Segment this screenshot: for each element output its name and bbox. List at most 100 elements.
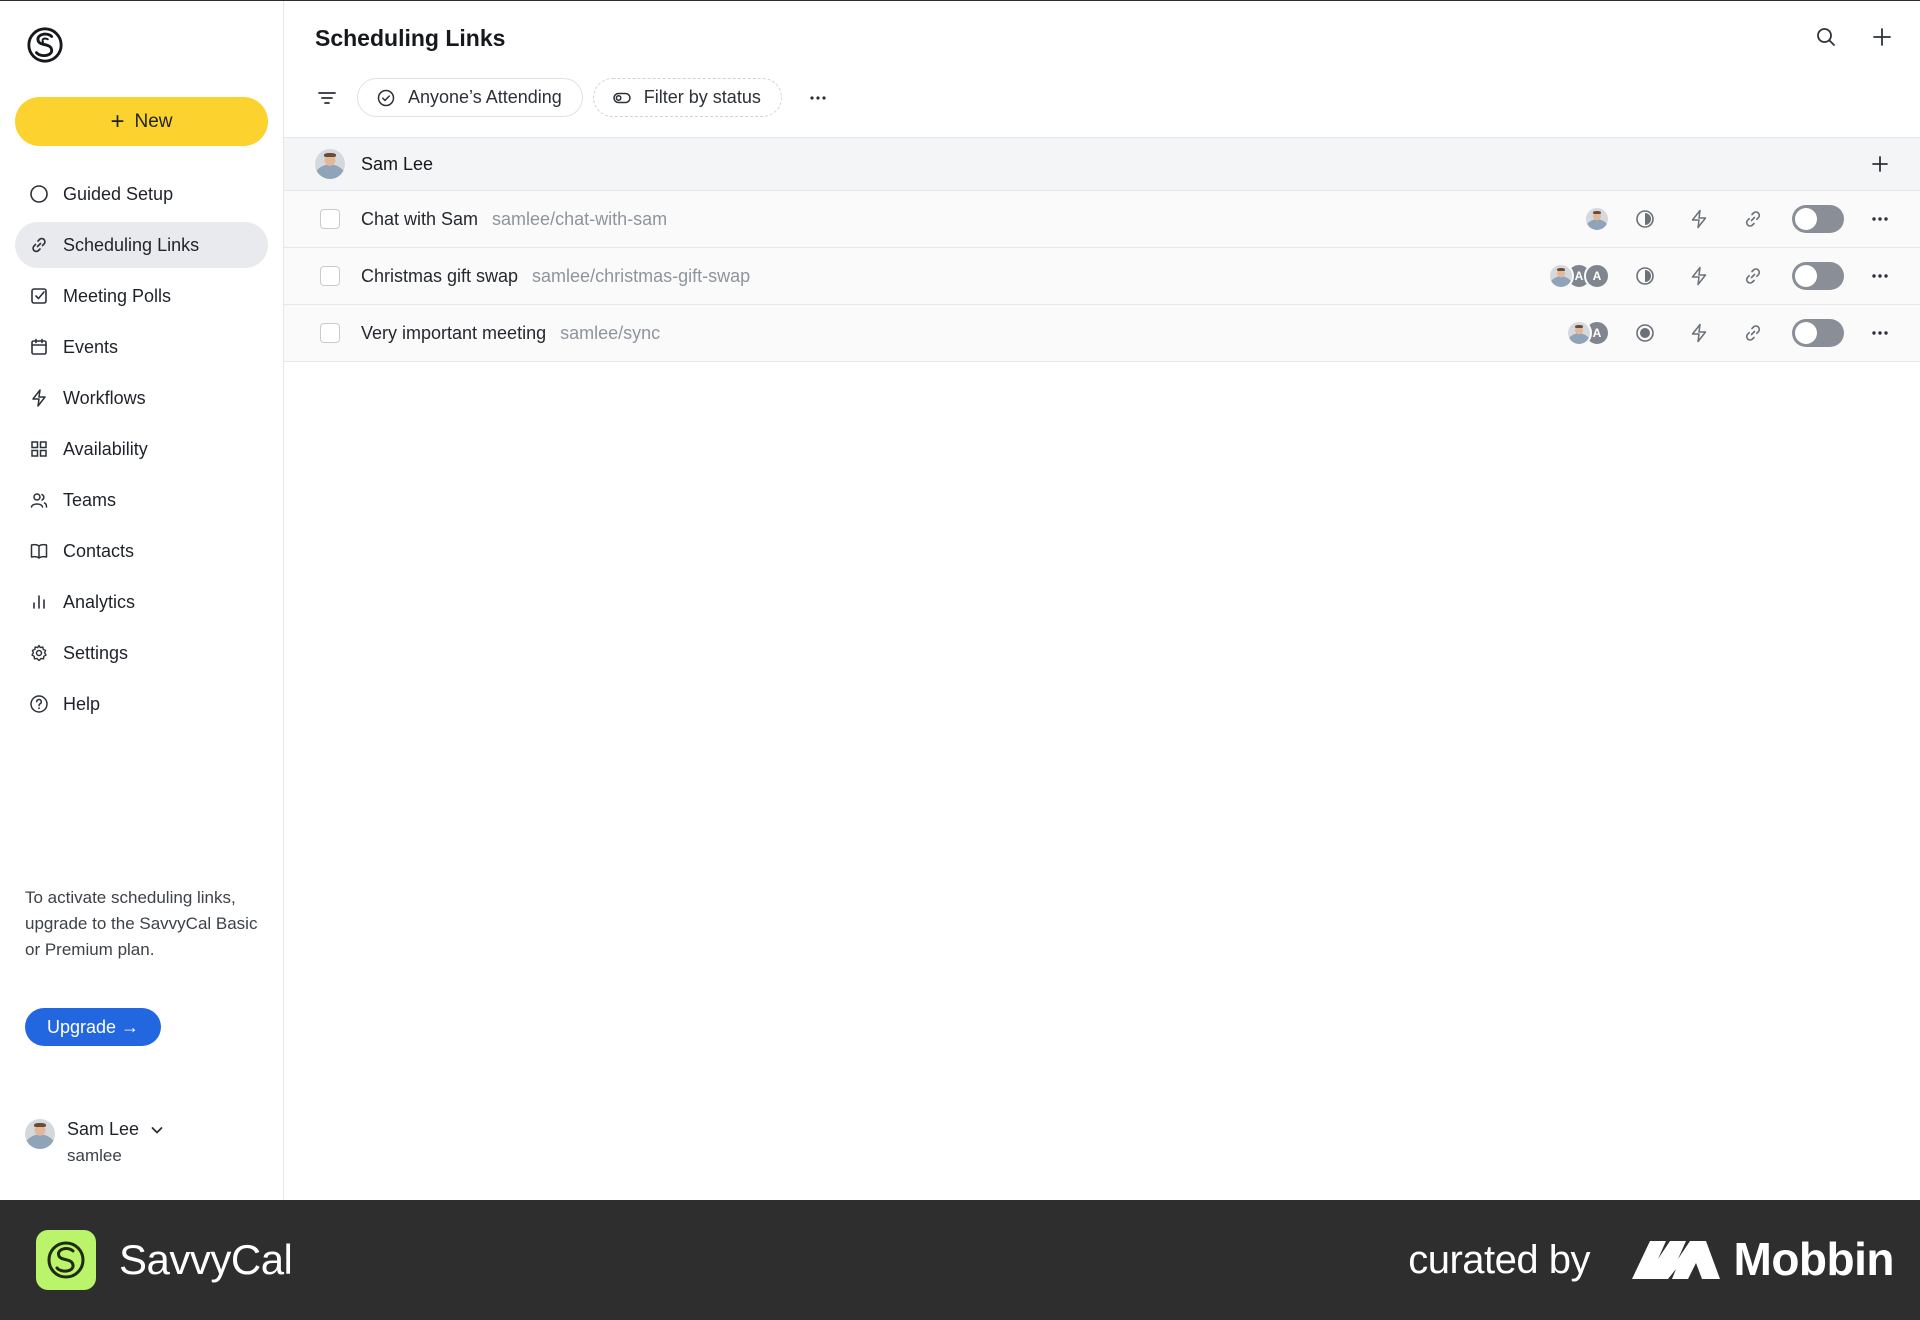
more-options-icon[interactable] bbox=[1868, 321, 1892, 345]
sidebar-item-label: Events bbox=[63, 336, 119, 357]
bar-chart-icon bbox=[33, 595, 45, 609]
sidebar-item-label: Guided Setup bbox=[63, 183, 174, 204]
sidebar-item-availability[interactable]: Availability bbox=[15, 426, 268, 472]
enable-toggle[interactable] bbox=[1792, 205, 1844, 233]
brand-name: SavvyCal bbox=[119, 1236, 293, 1283]
filled-circle-icon[interactable] bbox=[1634, 322, 1656, 344]
avatar bbox=[1566, 320, 1592, 346]
lightning-icon[interactable] bbox=[1688, 265, 1710, 287]
sidebar-item-meeting-polls[interactable]: Meeting Polls bbox=[15, 273, 268, 319]
user-handle: samlee bbox=[67, 1146, 122, 1165]
sidebar-item-label: Workflows bbox=[63, 387, 146, 408]
add-link-icon[interactable] bbox=[1870, 25, 1894, 49]
sidebar-item-label: Meeting Polls bbox=[63, 285, 172, 306]
attending-filter-chip[interactable]: Anyone’s Attending bbox=[357, 78, 583, 117]
row-checkbox[interactable] bbox=[320, 209, 340, 229]
plus-icon: + bbox=[110, 107, 125, 135]
sidebar-item-label: Availability bbox=[63, 438, 148, 459]
page-title: Scheduling Links bbox=[315, 25, 506, 51]
user-name: Sam Lee bbox=[67, 1119, 140, 1139]
filter-toolbar: Anyone’s Attending Filter by status bbox=[315, 78, 832, 117]
enable-toggle[interactable] bbox=[1792, 319, 1844, 347]
status-filter-label: Filter by status bbox=[643, 87, 761, 107]
toggle-icon bbox=[613, 92, 631, 103]
table-row[interactable]: Very important meeting samlee/sync A bbox=[284, 305, 1920, 362]
lightning-icon[interactable] bbox=[1688, 322, 1710, 344]
sidebar: + New Guided Setup Scheduling Links Meet… bbox=[0, 1, 284, 1200]
users-icon bbox=[30, 493, 48, 508]
chevron-down-icon[interactable] bbox=[149, 1122, 165, 1138]
sidebar-item-label: Contacts bbox=[63, 540, 135, 561]
sidebar-item-label: Teams bbox=[63, 489, 117, 510]
group-name: Sam Lee bbox=[361, 153, 434, 174]
main-content: Scheduling Links Anyone’s Attending Filt… bbox=[284, 1, 1920, 1200]
attending-filter-label: Anyone’s Attending bbox=[408, 87, 562, 107]
sidebar-item-workflows[interactable]: Workflows bbox=[15, 375, 268, 421]
search-icon[interactable] bbox=[1814, 25, 1838, 49]
sidebar-item-scheduling-links[interactable]: Scheduling Links bbox=[15, 222, 268, 268]
sidebar-item-label: Scheduling Links bbox=[63, 234, 200, 255]
group-header: Sam Lee bbox=[284, 137, 1920, 191]
gear-icon bbox=[31, 644, 47, 662]
book-icon bbox=[30, 543, 48, 559]
sidebar-item-label: Analytics bbox=[63, 591, 136, 612]
mobbin-mark-icon bbox=[1631, 1241, 1720, 1279]
add-icon[interactable] bbox=[1868, 152, 1892, 176]
link-icon[interactable] bbox=[1742, 265, 1764, 287]
user-menu[interactable]: Sam Lee samlee bbox=[25, 1119, 165, 1166]
sidebar-item-analytics[interactable]: Analytics bbox=[15, 579, 268, 625]
link-icon[interactable] bbox=[1742, 322, 1764, 344]
savvycal-brand-icon bbox=[36, 1230, 96, 1290]
top-actions bbox=[1814, 25, 1894, 49]
upgrade-button[interactable]: Upgrade → bbox=[25, 1008, 162, 1046]
new-button[interactable]: + New bbox=[15, 97, 268, 146]
check-circle-icon bbox=[377, 89, 395, 106]
curator-name: Mobbin bbox=[1733, 1233, 1895, 1285]
half-circle-icon[interactable] bbox=[1634, 208, 1656, 230]
attendee-initial: A bbox=[1584, 263, 1610, 289]
grid-icon bbox=[31, 441, 47, 457]
link-slug: samlee/chat-with-sam bbox=[492, 208, 668, 229]
table-row[interactable]: Christmas gift swap samlee/christmas-gift… bbox=[284, 248, 1920, 305]
table-row[interactable]: Chat with Sam samlee/chat-with-sam bbox=[284, 191, 1920, 248]
link-title[interactable]: Christmas gift swap bbox=[361, 266, 518, 286]
sidebar-item-help[interactable]: Help bbox=[15, 681, 268, 727]
circle-icon bbox=[30, 185, 48, 203]
filter-icon[interactable] bbox=[315, 86, 339, 110]
mobbin-logo: Mobbin bbox=[1631, 1232, 1895, 1286]
row-checkbox[interactable] bbox=[320, 266, 340, 286]
enable-toggle[interactable] bbox=[1792, 262, 1844, 290]
half-circle-icon[interactable] bbox=[1634, 265, 1656, 287]
link-slug: samlee/christmas-gift-swap bbox=[532, 265, 751, 286]
sidebar-item-events[interactable]: Events bbox=[15, 324, 268, 370]
row-checkbox[interactable] bbox=[320, 323, 340, 343]
more-options-icon[interactable] bbox=[1868, 264, 1892, 288]
sidebar-item-contacts[interactable]: Contacts bbox=[15, 528, 268, 574]
lightning-icon bbox=[32, 389, 46, 407]
new-button-label: New bbox=[134, 110, 173, 132]
more-options-icon[interactable] bbox=[804, 84, 832, 112]
savvycal-logo-icon[interactable] bbox=[26, 25, 64, 65]
link-icon[interactable] bbox=[1742, 208, 1764, 230]
attendee-avatars bbox=[1584, 206, 1610, 232]
link-slug: samlee/sync bbox=[560, 322, 661, 343]
sidebar-item-settings[interactable]: Settings bbox=[15, 630, 268, 676]
attendee-avatars: A bbox=[1566, 320, 1610, 346]
more-options-icon[interactable] bbox=[1868, 207, 1892, 231]
link-title[interactable]: Chat with Sam bbox=[361, 209, 478, 229]
sidebar-nav: Guided Setup Scheduling Links Meeting Po… bbox=[15, 171, 268, 732]
link-title[interactable]: Very important meeting bbox=[361, 323, 546, 343]
sidebar-item-label: Help bbox=[63, 693, 101, 714]
scheduling-links-list: Sam Lee Chat with Sam samlee/chat-with-sa… bbox=[284, 137, 1920, 362]
lightning-icon[interactable] bbox=[1688, 208, 1710, 230]
app-window: + New Guided Setup Scheduling Links Meet… bbox=[0, 0, 1920, 1200]
link-icon bbox=[32, 237, 46, 253]
sidebar-item-guided-setup[interactable]: Guided Setup bbox=[15, 171, 268, 217]
avatar bbox=[25, 1119, 55, 1149]
attribution-banner: SavvyCal curated by Mobbin bbox=[0, 1200, 1920, 1320]
help-icon bbox=[30, 695, 48, 713]
status-filter-chip[interactable]: Filter by status bbox=[592, 78, 782, 117]
sidebar-item-teams[interactable]: Teams bbox=[15, 477, 268, 523]
avatar bbox=[315, 149, 345, 179]
avatar bbox=[1548, 263, 1574, 289]
